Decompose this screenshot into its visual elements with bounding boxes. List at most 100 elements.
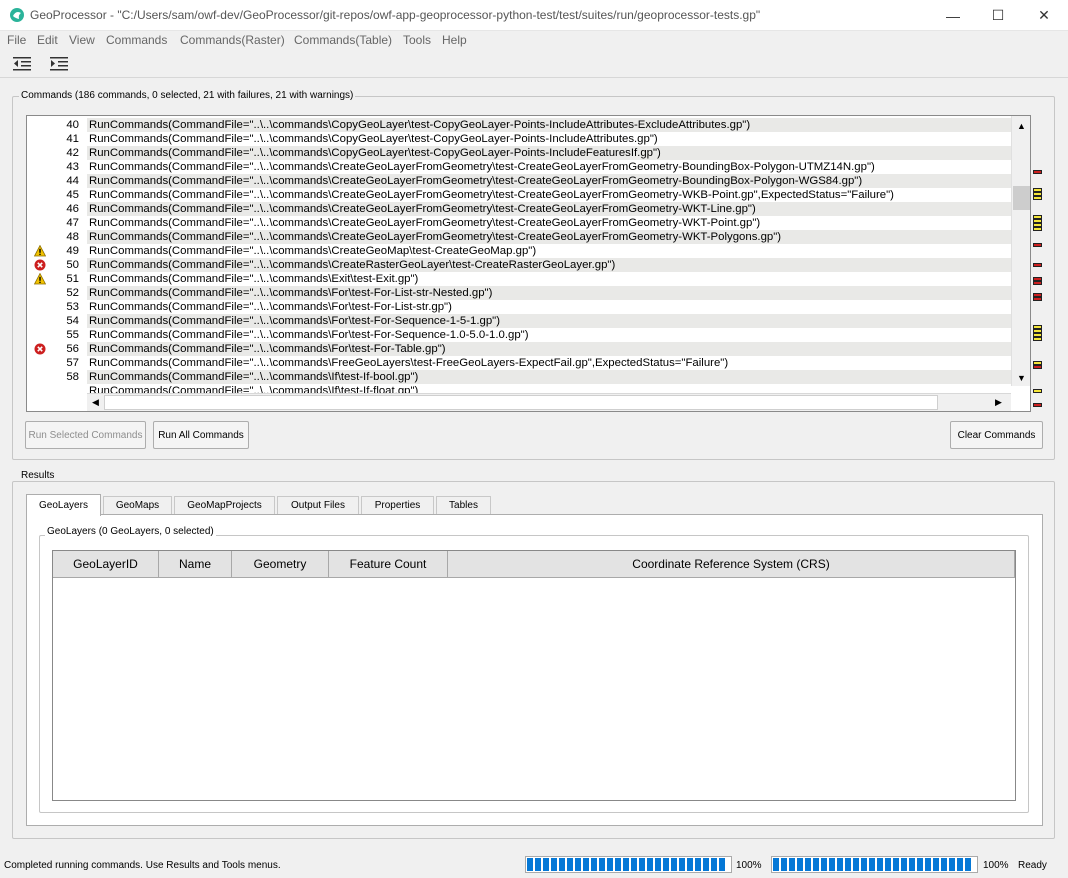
warning-overview-mark[interactable] <box>1033 337 1042 341</box>
clear-commands-button[interactable]: Clear Commands <box>950 421 1043 449</box>
line-number: 48 <box>66 231 79 243</box>
progress-segment <box>535 858 541 871</box>
progress-segment <box>933 858 939 871</box>
tab-tables[interactable]: Tables <box>436 496 491 514</box>
command-row[interactable]: RunCommands(CommandFile="..\..\commands\… <box>87 356 1011 370</box>
menu-commands-table[interactable]: Commands(Table) <box>294 33 392 47</box>
failure-overview-mark[interactable] <box>1033 297 1042 301</box>
failure-icon <box>34 259 46 271</box>
progress-segment <box>583 858 589 871</box>
command-row[interactable]: RunCommands(CommandFile="..\..\commands\… <box>87 174 1011 188</box>
geoprocessor-app-icon <box>10 8 24 22</box>
progress-segment <box>551 858 557 871</box>
progress-segment <box>543 858 549 871</box>
line-number: 45 <box>66 189 79 201</box>
line-number: 53 <box>66 301 79 313</box>
column-header-name[interactable]: Name <box>159 551 232 578</box>
run-selected-commands-button[interactable]: Run Selected Commands <box>25 421 146 449</box>
command-row[interactable]: RunCommands(CommandFile="..\..\commands\… <box>87 370 1011 384</box>
command-row[interactable]: RunCommands(CommandFile="..\..\commands\… <box>87 286 1011 300</box>
menu-commands[interactable]: Commands <box>106 33 167 47</box>
command-row[interactable]: RunCommands(CommandFile="..\..\commands\… <box>87 230 1011 244</box>
progress-segment <box>687 858 693 871</box>
toolbar-divider <box>0 77 1068 78</box>
progress-segment <box>957 858 963 871</box>
menu-tools[interactable]: Tools <box>403 33 431 47</box>
tab-geomapprojects[interactable]: GeoMapProjects <box>174 496 275 514</box>
warning-overview-mark[interactable] <box>1033 389 1042 393</box>
menu-commands-raster[interactable]: Commands(Raster) <box>180 33 285 47</box>
geolayers-table[interactable]: GeoLayerID Name Geometry Feature Count C… <box>52 550 1016 801</box>
command-row[interactable]: RunCommands(CommandFile="..\..\commands\… <box>87 384 1011 393</box>
progress-segment <box>623 858 629 871</box>
failure-overview-mark[interactable] <box>1033 170 1042 174</box>
scroll-left-arrow-icon[interactable]: ◀ <box>87 394 104 411</box>
warning-icon <box>34 273 46 285</box>
progress-segment <box>885 858 891 871</box>
warning-overview-mark[interactable] <box>1033 196 1042 200</box>
indent-icon[interactable] <box>50 56 68 72</box>
progress-segment <box>901 858 907 871</box>
scroll-down-arrow-icon[interactable]: ▼ <box>1013 369 1030 386</box>
failure-overview-mark[interactable] <box>1033 403 1042 407</box>
maximize-button[interactable]: ☐ <box>975 0 1021 31</box>
command-row[interactable]: RunCommands(CommandFile="..\..\commands\… <box>87 300 1011 314</box>
progress-segment <box>599 858 605 871</box>
tab-geomaps[interactable]: GeoMaps <box>103 496 172 514</box>
warning-overview-mark[interactable] <box>1033 227 1042 231</box>
menu-help[interactable]: Help <box>442 33 467 47</box>
column-header-crs[interactable]: Coordinate Reference System (CRS) <box>448 551 1015 578</box>
failure-overview-mark[interactable] <box>1033 263 1042 267</box>
command-rows[interactable]: RunCommands(CommandFile="..\..\commands\… <box>87 116 1011 393</box>
progress-segment <box>837 858 843 871</box>
menu-view[interactable]: View <box>69 33 95 47</box>
failure-overview-mark[interactable] <box>1033 281 1042 285</box>
outdent-icon[interactable] <box>13 56 31 72</box>
scroll-right-arrow-icon[interactable]: ▶ <box>990 394 1007 411</box>
scroll-up-arrow-icon[interactable]: ▲ <box>1013 117 1030 134</box>
tab-properties[interactable]: Properties <box>361 496 434 514</box>
tab-output-files[interactable]: Output Files <box>277 496 359 514</box>
minimize-button[interactable]: — <box>930 0 976 31</box>
run-all-commands-button[interactable]: Run All Commands <box>153 421 249 449</box>
warning-icon <box>34 245 46 257</box>
column-header-geolayerid[interactable]: GeoLayerID <box>53 551 159 578</box>
progress-percent-commands: 100% <box>736 860 762 871</box>
line-number: 46 <box>66 203 79 215</box>
title-bar: GeoProcessor - "C:/Users/sam/owf-dev/Geo… <box>0 0 1068 31</box>
command-row[interactable]: RunCommands(CommandFile="..\..\commands\… <box>87 216 1011 230</box>
progress-segment <box>575 858 581 871</box>
command-list[interactable]: 40 41 42 43 44 45 46 47 48 49 50 51 52 53 54 55 56 57 58 R… <box>26 115 1031 412</box>
command-row[interactable]: RunCommands(CommandFile="..\..\commands\… <box>87 160 1011 174</box>
failure-overview-mark[interactable] <box>1033 243 1042 247</box>
progress-segment <box>813 858 819 871</box>
failure-overview-mark[interactable] <box>1033 365 1042 369</box>
command-row[interactable]: RunCommands(CommandFile="..\..\commands\… <box>87 258 1011 272</box>
column-header-geometry[interactable]: Geometry <box>232 551 329 578</box>
horizontal-scrollbar[interactable]: ◀ ▶ <box>87 393 1011 411</box>
command-row[interactable]: RunCommands(CommandFile="..\..\commands\… <box>87 146 1011 160</box>
tab-geolayers[interactable]: GeoLayers <box>26 494 101 516</box>
progress-segment <box>639 858 645 871</box>
vertical-scroll-thumb[interactable] <box>1013 186 1030 210</box>
command-row[interactable]: RunCommands(CommandFile="..\..\commands\… <box>87 202 1011 216</box>
commands-group-label: Commands (186 commands, 0 selected, 21 w… <box>19 90 356 101</box>
close-button[interactable]: ✕ <box>1021 0 1067 31</box>
command-row[interactable]: RunCommands(CommandFile="..\..\commands\… <box>87 328 1011 342</box>
command-row[interactable]: RunCommands(CommandFile="..\..\commands\… <box>87 342 1011 356</box>
progress-segment <box>711 858 717 871</box>
menu-edit[interactable]: Edit <box>37 33 58 47</box>
vertical-scrollbar[interactable]: ▲ ▼ <box>1011 116 1030 386</box>
horizontal-scroll-thumb[interactable] <box>104 395 938 410</box>
command-row[interactable]: RunCommands(CommandFile="..\..\commands\… <box>87 132 1011 146</box>
command-row[interactable]: RunCommands(CommandFile="..\..\commands\… <box>87 188 1011 202</box>
command-row[interactable]: RunCommands(CommandFile="..\..\commands\… <box>87 314 1011 328</box>
command-row[interactable]: RunCommands(CommandFile="..\..\commands\… <box>87 118 1011 132</box>
progress-segment <box>591 858 597 871</box>
menu-file[interactable]: File <box>7 33 26 47</box>
command-row[interactable]: RunCommands(CommandFile="..\..\commands\… <box>87 244 1011 258</box>
status-overview-ruler[interactable] <box>1033 115 1045 412</box>
progress-segment <box>719 858 725 871</box>
command-row[interactable]: RunCommands(CommandFile="..\..\commands\… <box>87 272 1011 286</box>
column-header-feature-count[interactable]: Feature Count <box>329 551 448 578</box>
